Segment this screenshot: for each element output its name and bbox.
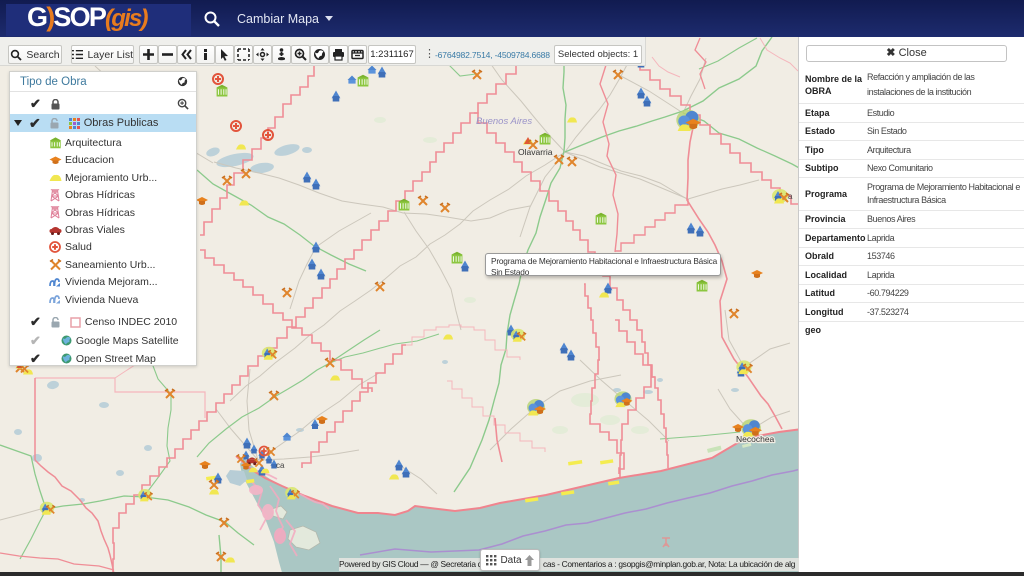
svg-text:Olavarria: Olavarria — [518, 147, 553, 157]
svg-text:a: a — [788, 192, 793, 201]
svg-text:Buenos Aires: Buenos Aires — [476, 116, 532, 127]
svg-text:ca: ca — [276, 461, 285, 470]
svg-text:Necochea: Necochea — [736, 434, 775, 444]
